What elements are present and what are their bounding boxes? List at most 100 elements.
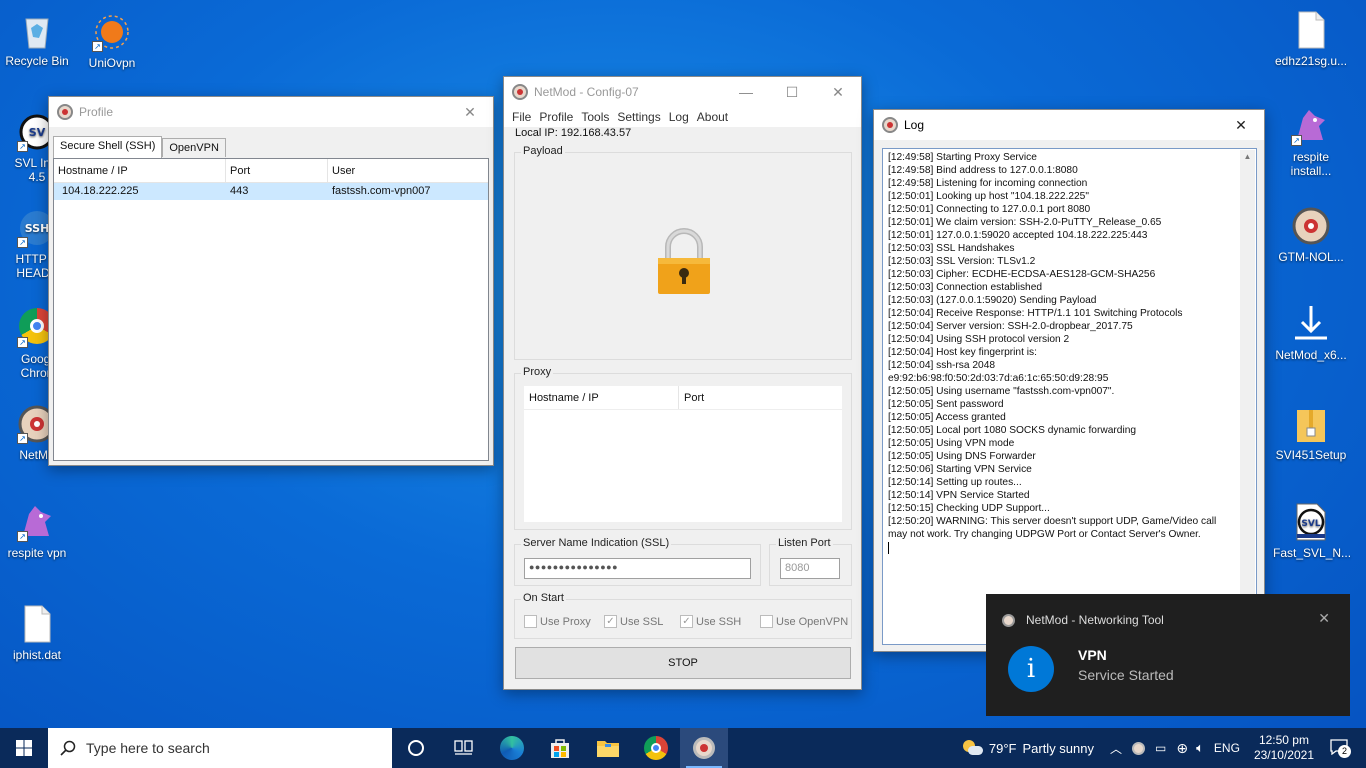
netmod-tray-icon[interactable] bbox=[1132, 741, 1146, 755]
use-ssl-checkbox[interactable]: ✓ Use SSL bbox=[604, 615, 663, 628]
desktop-icon[interactable]: edhz21sg.u... bbox=[1273, 10, 1349, 68]
volume-icon[interactable]: 🔈︎ bbox=[1196, 740, 1204, 756]
log-line: [12:49:58] Starting Proxy Service bbox=[888, 152, 1037, 163]
maximize-icon[interactable]: ☐ bbox=[769, 77, 815, 107]
system-tray: 79°F Partly sunny ︿ ▭ ⊕ 🔈︎ ENG 12:50 pm … bbox=[962, 728, 1366, 768]
desktop-icon-label: respite vpn bbox=[7, 546, 67, 560]
menu-settings[interactable]: Settings bbox=[613, 110, 664, 124]
weather-icon[interactable] bbox=[962, 740, 983, 756]
log-textarea[interactable]: [12:49:58] Starting Proxy Service [12:49:… bbox=[882, 148, 1257, 645]
desktop-icon[interactable]: SVI451Setup bbox=[1273, 404, 1349, 462]
desktop-icon[interactable]: ↗ respite vpn bbox=[0, 502, 75, 560]
language-indicator[interactable]: ENG bbox=[1214, 741, 1240, 755]
menu-tools[interactable]: Tools bbox=[577, 110, 613, 124]
search-box[interactable]: Type here to search bbox=[48, 728, 392, 768]
file-explorer-icon[interactable] bbox=[584, 728, 632, 768]
notification-count-badge: 2 bbox=[1338, 744, 1351, 758]
menu-file[interactable]: File bbox=[508, 110, 535, 124]
desktop-icon-label: UniOvpn bbox=[88, 56, 136, 70]
store-icon[interactable] bbox=[536, 728, 584, 768]
log-line: [12:50:05] Using VPN mode bbox=[888, 438, 1015, 449]
menu-bar: File Profile Tools Settings Log About bbox=[504, 107, 861, 127]
log-line: [12:50:05] Sent password bbox=[888, 399, 1004, 410]
main-title: NetMod - Config-07 bbox=[534, 85, 639, 99]
tab-ssh[interactable]: Secure Shell (SSH) bbox=[53, 136, 163, 158]
proxy-list[interactable]: Hostname / IP Port bbox=[524, 386, 842, 522]
file-icon bbox=[1291, 10, 1331, 50]
column-header-port[interactable]: Port bbox=[226, 159, 328, 182]
profile-list[interactable]: Hostname / IP Port User 104.18.222.225 4… bbox=[53, 158, 489, 461]
battery-icon[interactable]: ▭ bbox=[1155, 741, 1166, 755]
svl-icon: SVL bbox=[1291, 502, 1331, 542]
log-line: [12:50:04] Server version: SSH-2.0-dropb… bbox=[888, 321, 1133, 332]
desktop-icon[interactable]: NetMod_x6... bbox=[1273, 304, 1349, 362]
menu-profile[interactable]: Profile bbox=[535, 110, 577, 124]
desktop-icon[interactable]: SVL Fast_SVL_N... bbox=[1273, 502, 1351, 560]
row-host: 104.18.222.225 bbox=[62, 185, 139, 197]
log-line: [12:50:03] SSL Version: TLSv1.2 bbox=[888, 256, 1036, 267]
desktop-icon[interactable]: Recycle Bin bbox=[0, 10, 75, 68]
weather-text[interactable]: Partly sunny bbox=[1022, 741, 1094, 756]
notification-toast[interactable]: NetMod - Networking Tool ✕ i VPN Service… bbox=[986, 594, 1350, 716]
stop-button[interactable]: STOP bbox=[515, 647, 851, 679]
close-icon[interactable]: ✕ bbox=[447, 97, 493, 127]
menu-log[interactable]: Log bbox=[665, 110, 693, 124]
clock-date: 23/10/2021 bbox=[1253, 748, 1314, 762]
netmod-app-icon bbox=[57, 104, 73, 120]
log-lines: [12:49:58] Starting Proxy Service [12:49:… bbox=[888, 151, 1238, 554]
action-center-button[interactable]: 2 bbox=[1330, 738, 1358, 758]
use-proxy-checkbox[interactable]: Use Proxy bbox=[524, 615, 591, 628]
gear-icon bbox=[1291, 206, 1331, 246]
main-titlebar[interactable]: NetMod - Config-07 — ☐ ✕ bbox=[504, 77, 861, 107]
lock-icon[interactable] bbox=[657, 227, 711, 295]
sni-input[interactable]: ●●●●●●●●●●●●●●● bbox=[524, 558, 751, 579]
proxy-column-host[interactable]: Hostname / IP bbox=[524, 386, 679, 409]
log-line: [12:50:15] Checking UDP Support... bbox=[888, 503, 1050, 514]
scroll-up-icon[interactable]: ▲ bbox=[1240, 152, 1255, 161]
on-start-label: On Start bbox=[521, 592, 566, 604]
column-header-host[interactable]: Hostname / IP bbox=[54, 159, 226, 182]
minimize-icon[interactable]: — bbox=[723, 77, 769, 107]
desktop-icon[interactable]: ↗ respite install... bbox=[1273, 106, 1349, 178]
menu-about[interactable]: About bbox=[693, 110, 732, 124]
local-ip-label: Local IP: bbox=[515, 127, 558, 139]
weather-temp[interactable]: 79°F bbox=[989, 741, 1017, 756]
close-icon[interactable]: ✕ bbox=[1318, 610, 1330, 627]
use-openvpn-checkbox[interactable]: Use OpenVPN bbox=[760, 615, 848, 628]
netmod-taskbar-icon[interactable] bbox=[680, 728, 728, 768]
edge-icon[interactable] bbox=[488, 728, 536, 768]
recycle-bin-icon bbox=[17, 10, 57, 50]
tab-openvpn[interactable]: OpenVPN bbox=[162, 138, 226, 157]
notification-title: VPN bbox=[1078, 647, 1107, 663]
task-view-icon[interactable] bbox=[440, 728, 488, 768]
chrome-icon[interactable] bbox=[632, 728, 680, 768]
unio-vpn-icon: ↗ bbox=[92, 12, 132, 52]
netmod-app-icon bbox=[1002, 614, 1015, 627]
use-openvpn-label: Use OpenVPN bbox=[776, 615, 849, 628]
desktop-icon[interactable]: GTM-NOL... bbox=[1273, 206, 1349, 264]
log-titlebar[interactable]: Log ✕ bbox=[874, 110, 1264, 140]
log-line: [12:50:04] Receive Response: HTTP/1.1 10… bbox=[888, 308, 1183, 319]
log-line: [12:50:06] Starting VPN Service bbox=[888, 464, 1032, 475]
close-icon[interactable]: ✕ bbox=[815, 77, 861, 107]
proxy-column-port[interactable]: Port bbox=[679, 386, 842, 409]
chevron-up-icon[interactable]: ︿ bbox=[1110, 740, 1122, 757]
local-ip-row: Local IP: 192.168.43.57 bbox=[515, 127, 631, 139]
log-scrollbar[interactable]: ▲ bbox=[1240, 150, 1255, 643]
table-row[interactable]: 104.18.222.225 443 fastssh.com-vpn007 bbox=[54, 183, 488, 200]
column-header-user[interactable]: User bbox=[328, 159, 488, 182]
listen-port-input[interactable]: 8080 bbox=[780, 558, 840, 579]
respite-icon: ↗ bbox=[17, 502, 57, 542]
profile-titlebar[interactable]: Profile ✕ bbox=[49, 97, 493, 127]
close-icon[interactable]: ✕ bbox=[1218, 110, 1264, 140]
network-icon[interactable]: ⊕ bbox=[1176, 740, 1188, 757]
use-ssh-checkbox[interactable]: ✓ Use SSH bbox=[680, 615, 741, 628]
clock[interactable]: 12:50 pm 23/10/2021 bbox=[1254, 733, 1314, 763]
shortcut-arrow-icon: ↗ bbox=[1291, 135, 1302, 146]
shortcut-arrow-icon: ↗ bbox=[17, 531, 28, 542]
desktop-icon[interactable]: iphist.dat bbox=[0, 604, 75, 662]
start-button[interactable] bbox=[0, 728, 48, 768]
cortana-icon[interactable] bbox=[392, 728, 440, 768]
file-icon bbox=[17, 604, 57, 644]
desktop-icon[interactable]: ↗ UniOvpn bbox=[74, 12, 150, 70]
